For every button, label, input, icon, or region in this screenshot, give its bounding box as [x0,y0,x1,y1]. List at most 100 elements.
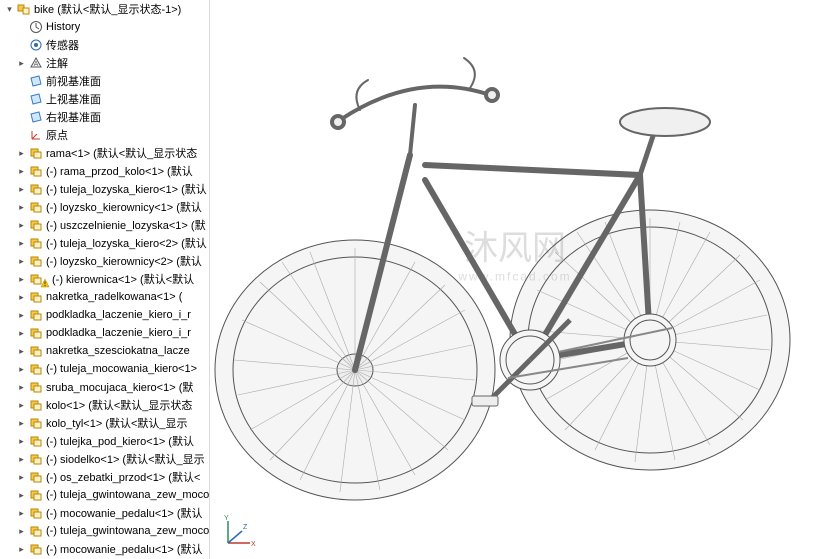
tree-node-origin[interactable]: 原点 [0,126,209,144]
tree-node-label: nakretka_radelkowana<1> ( [46,291,182,303]
tree-node-right-plane[interactable]: 右视基准面 [0,108,209,126]
tree-node-component[interactable]: ▸ (-) uszczelnienie_lozyska<1> (默 [0,216,209,234]
tree-node-label: (-) tuleja_lozyska_kiero<2> (默认 [46,235,207,251]
subassembly-icon [29,488,43,502]
tree-node-label: nakretka_szesciokatna_lacze [46,345,190,357]
subassembly-icon [29,164,43,178]
tree-node-annotations[interactable]: ▸ A 注解 [0,54,209,72]
tree-node-component[interactable]: ▸ kolo<1> (默认<默认_显示状态 [0,396,209,414]
tree-node-front-plane[interactable]: 前视基准面 [0,72,209,90]
feature-tree: ▾ bike (默认<默认_显示状态-1>) History 传感 [0,0,209,559]
tree-node-component[interactable]: ▸ (-) tuleja_lozyska_kiero<2> (默认 [0,234,209,252]
expand-icon[interactable]: ▸ [16,166,27,177]
tree-node-component[interactable]: ▸ (-) os_zebatki_przod<1> (默认< [0,468,209,486]
origin-icon [29,128,43,142]
expand-icon[interactable]: ▸ [16,364,27,375]
expand-icon[interactable]: ▸ [16,508,27,519]
bike-model[interactable] [210,0,820,559]
tree-node-label: kolo<1> (默认<默认_显示状态 [46,397,192,413]
expand-icon[interactable]: ▸ [16,436,27,447]
sensor-icon [29,38,43,52]
tree-node-label: (-) loyzsko_kierownicy<2> (默认 [46,253,202,269]
tree-node-top-plane[interactable]: 上视基准面 [0,90,209,108]
expand-icon[interactable]: ▸ [16,328,27,339]
assembly-icon [17,2,31,16]
expand-icon[interactable]: ▸ [16,202,27,213]
subassembly-icon [29,200,43,214]
tree-node-component[interactable]: ▸ (-) loyzsko_kierownicy<1> (默认 [0,198,209,216]
tree-node-label: 传感器 [46,37,79,53]
expand-icon[interactable]: ▸ [16,274,27,285]
tree-node-label: (-) mocowanie_pedalu<1> (默认 [46,505,203,521]
expand-icon[interactable]: ▸ [16,148,27,159]
tree-node-component[interactable]: ▸podkladka_laczenie_kiero_i_r [0,306,209,324]
subassembly-icon [29,254,43,268]
tree-node-component[interactable]: ▸(-) kierownica<1> (默认<默认 [0,270,209,288]
expand-icon[interactable]: ▸ [16,256,27,267]
collapse-icon[interactable]: ▾ [4,4,15,15]
plane-icon [29,74,43,88]
expand-icon[interactable]: ▸ [16,292,27,303]
subassembly-icon [29,290,43,304]
expand-icon[interactable]: ▸ [16,382,27,393]
tree-node-sensors[interactable]: 传感器 [0,36,209,54]
tree-node-component[interactable]: ▸(-) tulejka_pod_kiero<1> (默认 [0,432,209,450]
tree-node-component[interactable]: ▸ (-) loyzsko_kierownicy<2> (默认 [0,252,209,270]
tree-node-label: History [46,21,80,33]
tree-node-label: (-) uszczelnienie_lozyska<1> (默 [46,217,206,233]
expand-icon[interactable]: ▸ [16,544,27,555]
expand-icon[interactable]: ▸ [16,400,27,411]
expand-icon[interactable]: ▸ [16,526,27,537]
expand-icon[interactable]: ▸ [16,418,27,429]
tree-node-label: (-) tuleja_mocowania_kiero<1> [46,363,197,375]
tree-node-component[interactable]: ▸ (-) mocowanie_pedalu<1> (默认 [0,504,209,522]
expand-icon[interactable]: ▸ [16,346,27,357]
expand-icon[interactable]: ▸ [16,238,27,249]
history-icon [29,20,43,34]
tree-node-component[interactable]: ▸ nakretka_radelkowana<1> ( [0,288,209,306]
tree-node-component[interactable]: ▸(-) tuleja_lozyska_kiero<1> (默认 [0,180,209,198]
subassembly-icon [29,434,43,448]
tree-node-component[interactable]: ▸podkladka_laczenie_kiero_i_r [0,324,209,342]
expand-icon[interactable]: ▸ [16,490,27,501]
tree-node-component[interactable]: ▸(-) mocowanie_pedalu<1> (默认 [0,540,209,558]
feature-tree-panel[interactable]: ▾ bike (默认<默认_显示状态-1>) History 传感 [0,0,210,559]
subassembly-icon [29,326,43,340]
subassembly-icon [29,362,43,376]
subassembly-icon [29,146,43,160]
tree-node-label: rama<1> (默认<默认_显示状态 [46,145,197,161]
tree-node-label: (-) os_zebatki_przod<1> (默认< [46,469,200,485]
tree-node-label: (-) tuleja_gwintowana_zew_moco [46,489,209,501]
tree-node-label: sruba_mocujaca_kiero<1> (默 [46,379,193,395]
expander-placeholder [16,40,27,51]
tree-node-history[interactable]: History [0,18,209,36]
subassembly-icon [29,344,43,358]
graphics-viewport[interactable]: 沐风网 www.mfcad.com Y X Z [210,0,820,559]
tree-node-label: (-) loyzsko_kierownicy<1> (默认 [46,199,202,215]
tree-root-label: bike (默认<默认_显示状态-1>) [34,1,181,17]
tree-node-label: 注解 [46,55,68,71]
tree-node-component[interactable]: ▸ (-) tuleja_gwintowana_zew_moco [0,522,209,540]
tree-node-component[interactable]: ▸kolo_tyl<1> (默认<默认_显示 [0,414,209,432]
subassembly-icon [29,542,43,556]
expand-icon[interactable]: ▸ [16,58,27,69]
expand-icon[interactable]: ▸ [16,310,27,321]
expand-icon[interactable]: ▸ [16,220,27,231]
view-triad[interactable]: Y X Z [218,513,258,553]
tree-node-component[interactable]: ▸ sruba_mocujaca_kiero<1> (默 [0,378,209,396]
axis-y-label: Y [224,515,229,522]
expand-icon[interactable]: ▸ [16,184,27,195]
tree-node-label: 右视基准面 [46,109,101,125]
tree-node-component[interactable]: ▸(-) rama_przod_kolo<1> (默认 [0,162,209,180]
tree-root-node[interactable]: ▾ bike (默认<默认_显示状态-1>) [0,0,209,18]
expander-placeholder [16,22,27,33]
tree-node-component[interactable]: ▸(-) siodelko<1> (默认<默认_显示 [0,450,209,468]
tree-node-label: 前视基准面 [46,73,101,89]
tree-node-component[interactable]: ▸ (-) tuleja_gwintowana_zew_moco [0,486,209,504]
tree-node-label: (-) tuleja_gwintowana_zew_moco [46,525,209,537]
expand-icon[interactable]: ▸ [16,454,27,465]
tree-node-component[interactable]: ▸ nakretka_szesciokatna_lacze [0,342,209,360]
tree-node-component[interactable]: ▸ (-) tuleja_mocowania_kiero<1> [0,360,209,378]
expand-icon[interactable]: ▸ [16,472,27,483]
tree-node-component[interactable]: ▸ rama<1> (默认<默认_显示状态 [0,144,209,162]
